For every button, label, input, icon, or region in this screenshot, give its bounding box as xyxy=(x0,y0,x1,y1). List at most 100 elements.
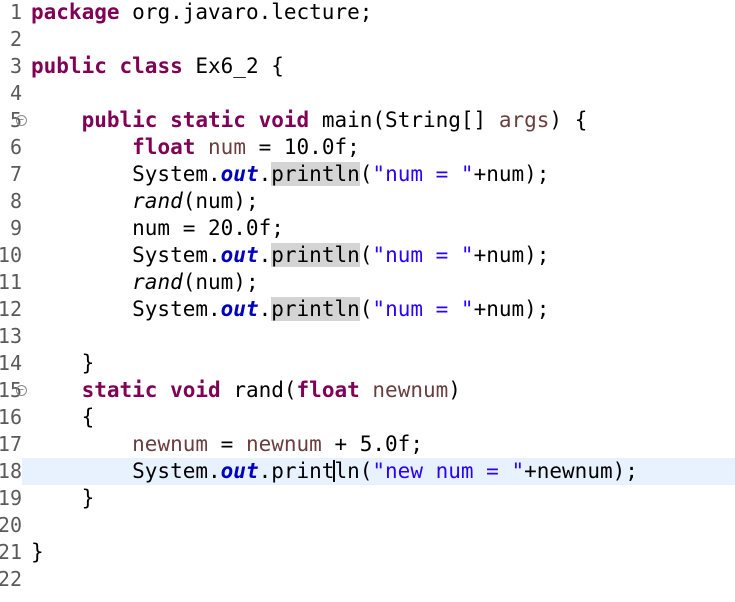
keyword-token: void xyxy=(258,108,310,132)
code-line[interactable]: 20 xyxy=(0,512,735,539)
code-text: newnum = newnum + 5.0f; xyxy=(31,431,423,458)
code-text: package org.javaro.lecture; xyxy=(31,0,372,26)
code-text: rand(num); xyxy=(31,269,259,296)
code-text: } xyxy=(31,539,44,566)
code-line[interactable]: 17 newnum = newnum + 5.0f; xyxy=(0,431,735,458)
line-number: 19 xyxy=(0,486,22,510)
code-token: System. xyxy=(31,162,221,186)
code-token: +newnum); xyxy=(524,459,638,483)
code-line[interactable]: 22 xyxy=(0,566,735,593)
line-number: 4 xyxy=(9,81,22,105)
code-token: } xyxy=(31,486,95,510)
line-number: 14 xyxy=(0,351,22,375)
code-token: ) xyxy=(448,378,461,402)
code-token: } xyxy=(31,351,95,375)
code-token: num = 20.0f; xyxy=(31,216,284,240)
string-token: "num = " xyxy=(372,162,474,186)
code-line[interactable]: 12 System.out.println("num = "+num); xyxy=(0,296,735,323)
code-line[interactable]: 13 xyxy=(0,323,735,350)
code-token: = xyxy=(208,432,246,456)
code-area[interactable]: 1 package org.javaro.lecture; 2 3 public cla… xyxy=(0,0,735,602)
occurrence-highlight: println xyxy=(271,297,360,321)
keyword-token: static xyxy=(81,378,158,402)
occurrence-highlight: println xyxy=(271,243,360,267)
code-line[interactable]: 21} xyxy=(0,539,735,566)
line-number: 21 xyxy=(0,540,22,564)
code-text: num = 20.0f; xyxy=(31,215,284,242)
code-text: System.out.println("num = "+num); xyxy=(31,296,549,323)
line-number: 11 xyxy=(0,270,22,294)
code-token: { xyxy=(31,405,95,429)
code-line[interactable]: 11 rand(num); xyxy=(0,269,735,296)
code-token: (num); xyxy=(182,270,259,294)
code-token: .print xyxy=(258,459,335,483)
code-line[interactable]: 1 package org.javaro.lecture; xyxy=(0,0,735,26)
code-token: org.javaro.lecture; xyxy=(119,0,373,24)
keyword-token: public xyxy=(81,108,158,132)
code-line[interactable]: 5 public static void main(String[] args)… xyxy=(0,107,735,134)
line-number: 1 xyxy=(9,0,22,24)
code-text: System.out.println("num = "+num); xyxy=(31,242,549,269)
method-token: rand xyxy=(132,189,183,213)
code-token: . xyxy=(258,243,272,267)
keyword-token: void xyxy=(170,378,221,402)
code-line[interactable]: 14 } xyxy=(0,350,735,377)
keyword-token: float xyxy=(132,135,196,159)
line-number: 7 xyxy=(9,162,22,186)
code-line[interactable]: 2 xyxy=(0,26,735,53)
code-line[interactable]: 9 num = 20.0f; xyxy=(0,215,735,242)
code-line[interactable]: 19 } xyxy=(0,485,735,512)
method-token: rand xyxy=(132,270,183,294)
fold-toggle-icon[interactable] xyxy=(16,115,27,126)
keyword-token: public xyxy=(31,54,107,78)
code-token: + 5.0f; xyxy=(321,432,423,456)
occurrence-highlight: println xyxy=(271,162,360,186)
code-line[interactable]: 8 rand(num); xyxy=(0,188,735,215)
fold-toggle-icon[interactable] xyxy=(16,385,27,396)
line-number: 2 xyxy=(9,27,22,51)
code-line[interactable]: 4 xyxy=(0,80,735,107)
code-line[interactable]: 6 float num = 10.0f; xyxy=(0,134,735,161)
code-token: +num); xyxy=(473,243,550,267)
code-text: } xyxy=(31,485,95,512)
code-token: System. xyxy=(31,459,221,483)
code-token: } xyxy=(31,540,44,564)
line-number: 22 xyxy=(0,567,22,591)
code-token: ( xyxy=(359,162,373,186)
variable-token: newnum xyxy=(132,432,209,456)
line-number: 3 xyxy=(9,54,22,78)
line-number: 9 xyxy=(9,216,22,240)
variable-token: newnum xyxy=(372,378,449,402)
code-token: = 10.0f; xyxy=(245,135,360,159)
code-text: { xyxy=(31,404,95,431)
code-line[interactable]: 16 { xyxy=(0,404,735,431)
code-text: float num = 10.0f; xyxy=(31,134,360,161)
line-number: 13 xyxy=(0,324,22,348)
code-text: System.out.println("new num = "+newnum); xyxy=(31,458,638,485)
code-token: +num); xyxy=(473,297,550,321)
code-text: static void rand(float newnum) xyxy=(31,377,461,404)
code-token: +num); xyxy=(473,162,550,186)
code-line[interactable]: 7 System.out.println("num = "+num); xyxy=(0,161,735,188)
string-token: "new num = " xyxy=(372,459,525,483)
code-text: } xyxy=(31,350,95,377)
line-number: 20 xyxy=(0,513,22,537)
string-token: "num = " xyxy=(372,243,474,267)
code-text: public class Ex6_2 { xyxy=(31,53,284,80)
keyword-token: package xyxy=(31,0,120,24)
line-number: 8 xyxy=(9,189,22,213)
code-line[interactable]: 3 public class Ex6_2 { xyxy=(0,53,735,80)
code-editor[interactable]: 1 package org.javaro.lecture; 2 3 public cla… xyxy=(0,0,735,602)
code-line[interactable]: 15 static void rand(float newnum) xyxy=(0,377,735,404)
code-line[interactable]: 10 System.out.println("num = "+num); xyxy=(0,242,735,269)
keyword-token: float xyxy=(296,378,360,402)
code-token: ( xyxy=(359,243,373,267)
code-line[interactable]: 18 System.out.println("new num = "+newnu… xyxy=(0,458,735,485)
